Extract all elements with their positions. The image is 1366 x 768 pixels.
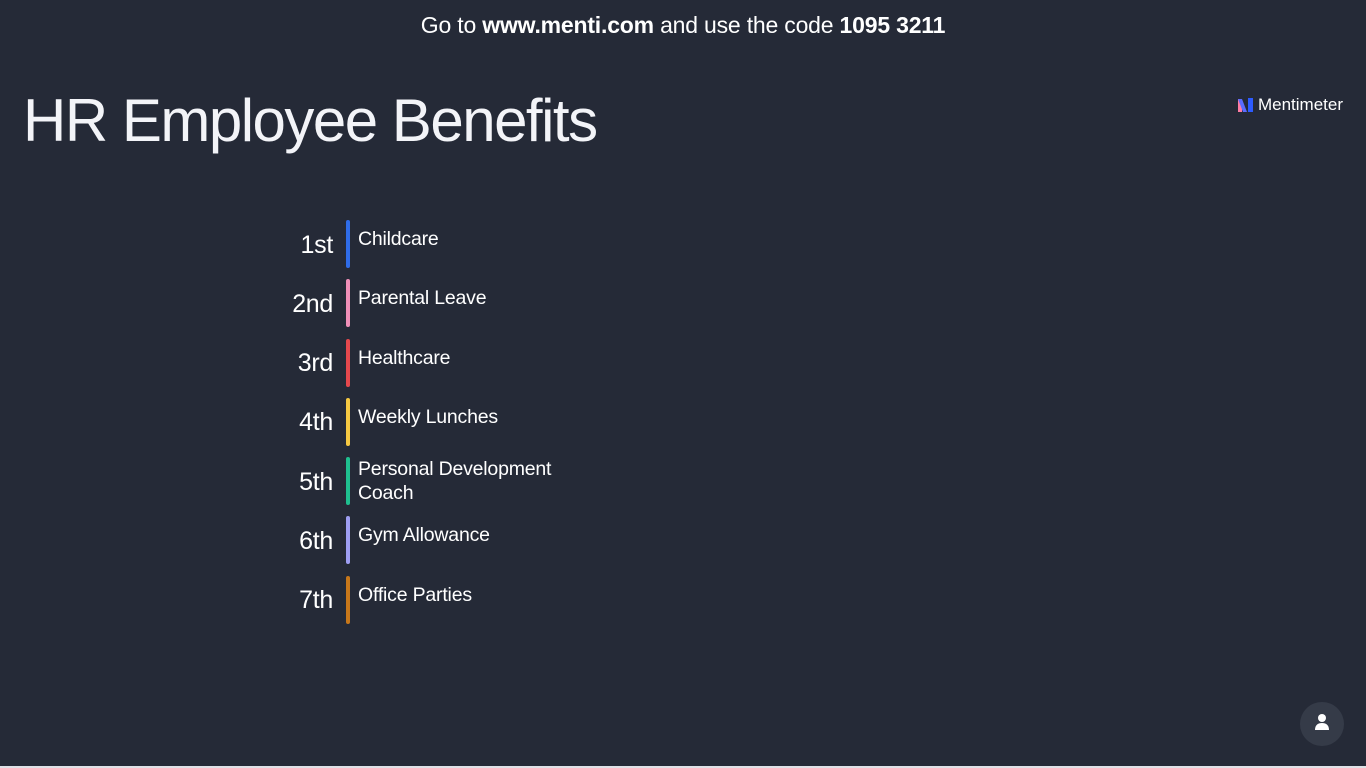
ranking-list: 1st Childcare 2nd Parental Leave 3rd Healthca… bbox=[270, 220, 600, 635]
audience-button[interactable] bbox=[1300, 702, 1344, 746]
ranking-item: 2nd Parental Leave bbox=[270, 279, 600, 328]
rank-position: 7th bbox=[299, 586, 333, 615]
rank-label: Parental Leave bbox=[358, 287, 487, 310]
join-prefix: Go to bbox=[420, 12, 483, 38]
rank-label: Healthcare bbox=[358, 346, 451, 369]
ranking-item: 1st Childcare bbox=[270, 220, 600, 268]
rank-position: 1st bbox=[300, 230, 334, 259]
rank-position: 4th bbox=[299, 408, 333, 437]
ranking-item: 6th Gym Allowance bbox=[270, 516, 600, 565]
ranking-item: 3rd Healthcare bbox=[270, 338, 600, 387]
rank-position: 3rd bbox=[297, 349, 334, 378]
ranking-item: 5th Personal Development Coach bbox=[270, 457, 600, 506]
rank-label: Childcare bbox=[358, 228, 439, 250]
ranking-item: 7th Office Parties bbox=[270, 575, 600, 624]
join-code: 1095 3211 bbox=[839, 12, 946, 38]
rank-label: Gym Allowance bbox=[358, 524, 490, 547]
mentimeter-brand: Mentimeter bbox=[1237, 94, 1343, 116]
presentation-slide: Go to www.menti.com and use the code 109… bbox=[0, 0, 1366, 768]
rank-label: Office Parties bbox=[358, 583, 472, 606]
rank-position: 5th bbox=[299, 467, 333, 496]
rank-position: 2nd bbox=[292, 289, 333, 318]
mentimeter-logo-icon bbox=[1237, 98, 1253, 112]
rank-label: Weekly Lunches bbox=[358, 405, 498, 428]
join-instructions: Go to www.menti.com and use the code 109… bbox=[0, 10, 1366, 40]
brand-name: Mentimeter bbox=[1257, 95, 1343, 114]
join-url[interactable]: www.menti.com bbox=[482, 12, 654, 38]
user-icon bbox=[1314, 713, 1330, 736]
ranking-item: 4th Weekly Lunches bbox=[270, 397, 600, 446]
join-middle: and use the code bbox=[653, 12, 840, 38]
slide-title: HR Employee Benefits bbox=[23, 87, 598, 154]
rank-label: Personal Development Coach bbox=[358, 458, 552, 505]
rank-position: 6th bbox=[299, 526, 333, 555]
